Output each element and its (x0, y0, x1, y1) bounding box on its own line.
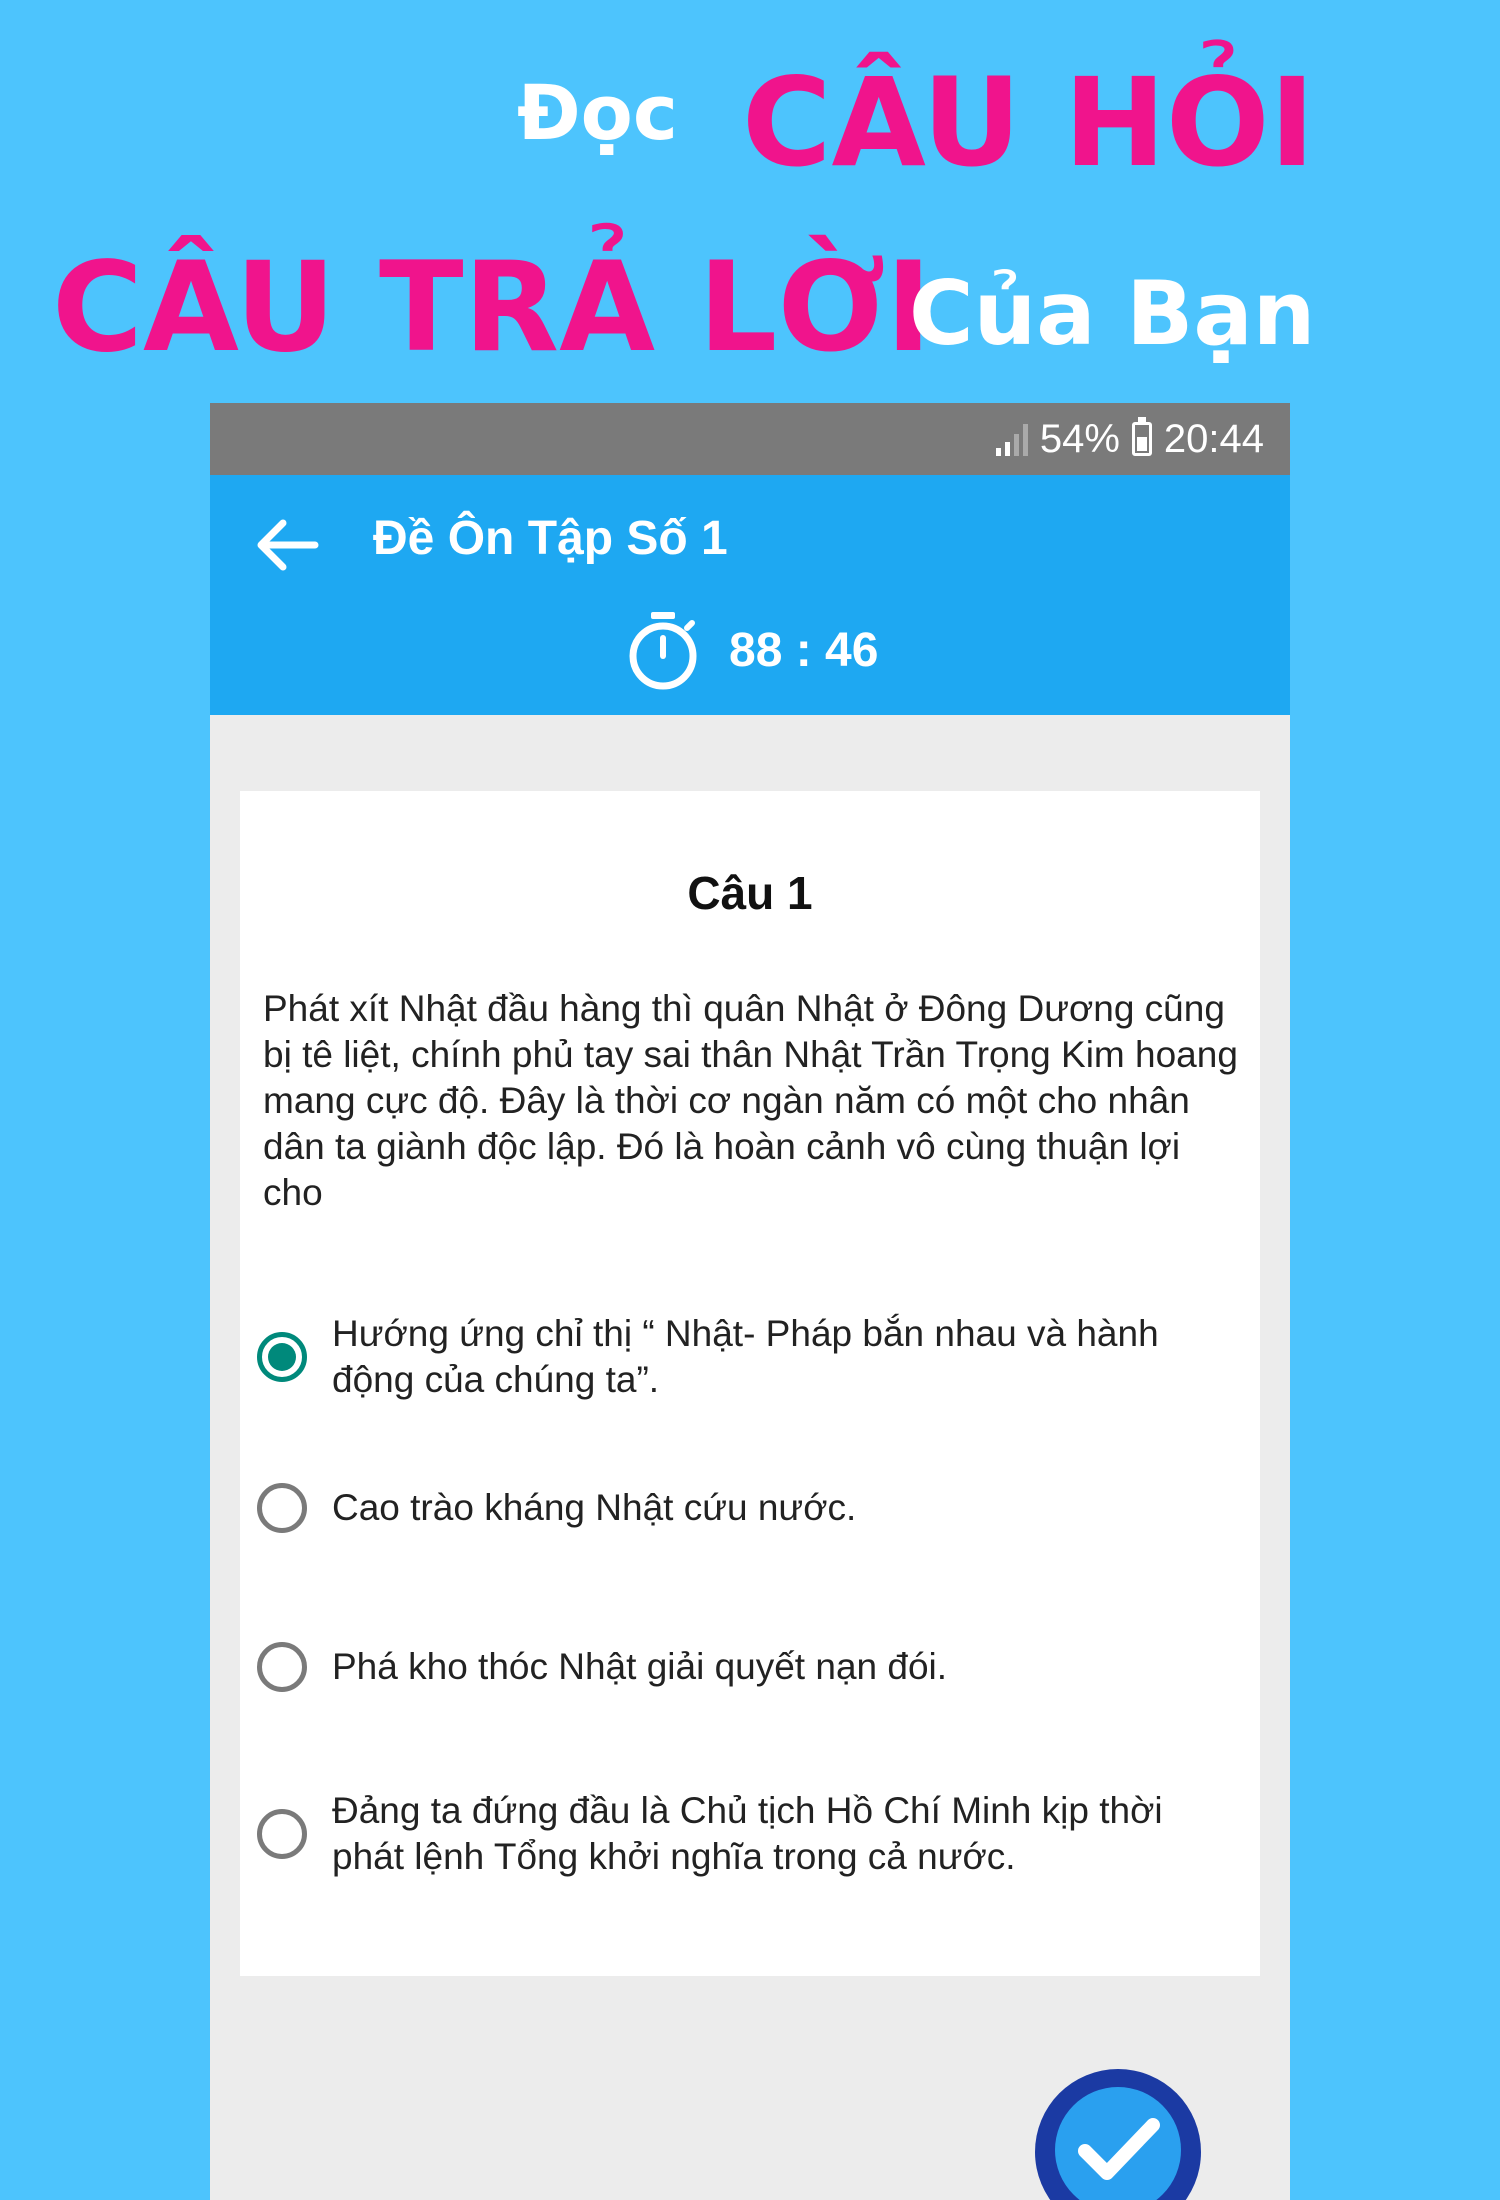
battery-icon (1131, 417, 1152, 456)
radio-checked-icon[interactable] (257, 1332, 307, 1382)
question-card: Câu 1 Phát xít Nhật đầu hàng thì quân Nh… (240, 791, 1260, 1976)
radio-unchecked-icon[interactable] (257, 1642, 307, 1692)
checkmark-icon (1078, 2118, 1160, 2180)
battery-percent: 54% (1039, 416, 1120, 461)
radio-unchecked-icon[interactable] (257, 1483, 307, 1533)
app-bar: Đề Ôn Tập Số 1 88 : 46 (210, 475, 1290, 715)
answer-option-3[interactable]: Phá kho thóc Nhật giải quyết nạn đói. (257, 1642, 1242, 1692)
answer-option-1[interactable]: Hướng ứng chỉ thị “ Nhật- Pháp bắn nhau … (257, 1311, 1242, 1403)
promo-read-label: Đọc (517, 68, 678, 157)
stopwatch-icon (629, 612, 697, 690)
promo-question-label: CÂU HỎI (742, 52, 1315, 194)
promo-yours-label: Của Bạn (909, 262, 1316, 365)
phone-screen: 54% 20:44 Đề Ôn Tập Số 1 88 : 46 Câu 1 P… (210, 403, 1290, 2200)
submit-button[interactable] (1035, 2069, 1201, 2200)
timer-value: 88 : 46 (729, 623, 879, 677)
answer-option-label: Hướng ứng chỉ thị “ Nhật- Pháp bắn nhau … (332, 1313, 1159, 1400)
countdown-timer: 88 : 46 (625, 610, 878, 690)
answer-option-2[interactable]: Cao trào kháng Nhật cứu nước. (257, 1483, 1242, 1533)
status-bar: 54% 20:44 (210, 403, 1290, 475)
clock: 20:44 (1163, 416, 1264, 461)
signal-icon (995, 422, 1028, 456)
answer-option-label: Đảng ta đứng đầu là Chủ tịch Hồ Chí Minh… (332, 1790, 1163, 1877)
arrow-left-icon (257, 519, 319, 571)
promo-answer-label: CÂU TRẢ LỜI (52, 236, 932, 380)
submit-button-inner (1055, 2087, 1181, 2200)
status-indicators: 54% 20:44 (995, 415, 1264, 463)
answer-option-4[interactable]: Đảng ta đứng đầu là Chủ tịch Hồ Chí Minh… (257, 1788, 1242, 1880)
page-title: Đề Ôn Tập Số 1 (373, 512, 728, 565)
back-button[interactable] (246, 505, 326, 585)
question-text: Phát xít Nhật đầu hàng thì quân Nhật ở Đ… (263, 988, 1238, 1213)
answer-option-label: Cao trào kháng Nhật cứu nước. (332, 1487, 857, 1528)
answer-option-label: Phá kho thóc Nhật giải quyết nạn đói. (332, 1646, 948, 1687)
question-number: Câu 1 (687, 867, 813, 919)
radio-unchecked-icon[interactable] (257, 1809, 307, 1859)
